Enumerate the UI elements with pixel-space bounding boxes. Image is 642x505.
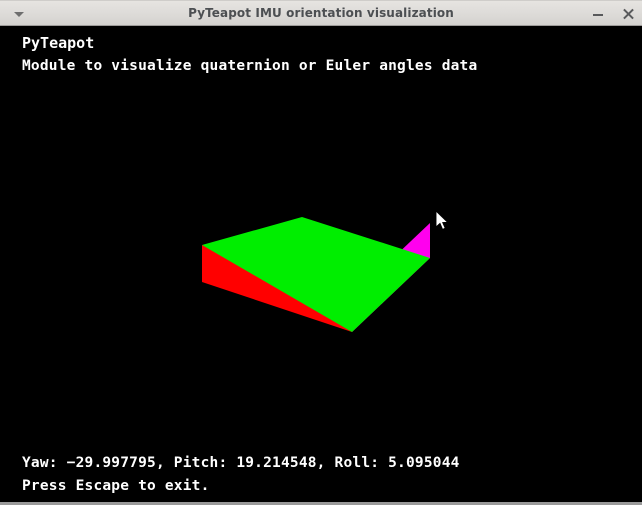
- mouse-pointer-icon: [436, 211, 449, 231]
- box-top-face: [202, 217, 430, 332]
- euler-angles-readout: Yaw: −29.997795, Pitch: 19.214548, Roll:…: [22, 455, 460, 471]
- close-button[interactable]: [620, 6, 636, 22]
- imu-box-3d-model: [202, 217, 430, 332]
- window-menu-button[interactable]: [8, 6, 30, 22]
- chevron-down-icon: [14, 11, 24, 17]
- box-right-face: [352, 223, 430, 332]
- app-name-label: PyTeapot: [22, 34, 95, 52]
- opengl-viewport[interactable]: PyTeapot Module to visualize quaternion …: [0, 26, 642, 502]
- application-window: PyTeapot IMU orientation visualization P…: [0, 0, 642, 505]
- title-bar[interactable]: PyTeapot IMU orientation visualization: [0, 0, 642, 26]
- app-description-label: Module to visualize quaternion or Euler …: [22, 58, 478, 74]
- box-front-face: [202, 245, 352, 332]
- window-title: PyTeapot IMU orientation visualization: [188, 6, 454, 20]
- exit-hint-label: Press Escape to exit.: [22, 478, 210, 494]
- minimize-button[interactable]: [590, 6, 606, 22]
- minimize-icon: [593, 14, 603, 16]
- window-controls: [590, 1, 636, 27]
